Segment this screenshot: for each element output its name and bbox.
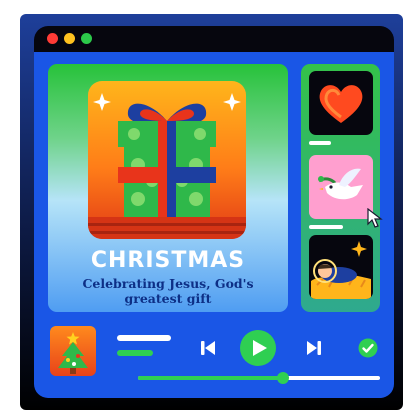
now-playing-artwork[interactable] [50, 326, 96, 376]
skip-previous-icon[interactable] [198, 338, 218, 358]
christmas-tree-icon [58, 332, 88, 374]
nativity-icon [311, 241, 371, 299]
title-bar [34, 26, 394, 52]
playlist-item[interactable] [309, 235, 373, 299]
progress-fill [138, 376, 284, 380]
hero-title: CHRISTMAS [90, 248, 246, 273]
mouse-pointer-icon [367, 208, 383, 228]
hero-subtitle: Celebrating Jesus, God's greatest gift [82, 276, 254, 306]
playlist-item[interactable] [309, 155, 373, 219]
playlist-item-label-bar [309, 141, 331, 145]
track-title-placeholder [117, 335, 171, 341]
featured-card[interactable]: CHRISTMAS Celebrating Jesus, God's great… [48, 64, 288, 312]
heart-icon [319, 85, 363, 123]
dove-icon [318, 168, 363, 200]
playlist-panel [301, 64, 380, 312]
maximize-button[interactable] [81, 33, 92, 44]
playlist-item[interactable] [309, 71, 373, 135]
gift-icon [88, 81, 246, 239]
progress-handle[interactable] [277, 372, 290, 384]
app-window: CHRISTMAS Celebrating Jesus, God's great… [34, 26, 394, 398]
progress-slider[interactable] [138, 372, 380, 384]
minimize-button[interactable] [64, 33, 75, 44]
skip-next-icon[interactable] [304, 338, 324, 358]
track-artist-placeholder [117, 350, 153, 356]
close-button[interactable] [47, 33, 58, 44]
playlist-item-label-bar [309, 225, 343, 229]
play-icon[interactable] [239, 329, 277, 367]
player-bar [48, 326, 380, 376]
check-icon[interactable] [358, 338, 378, 358]
